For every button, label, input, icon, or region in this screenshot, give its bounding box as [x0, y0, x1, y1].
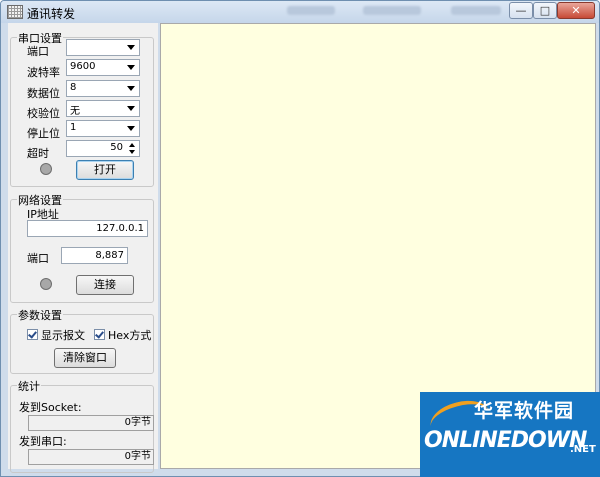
to-socket-count: 0字节 [28, 415, 154, 431]
timeout-label: 超时 [27, 147, 49, 160]
stats-group-title: 统计 [17, 378, 41, 394]
window-title: 通讯转发 [27, 7, 76, 21]
chevron-down-icon [127, 106, 135, 111]
maximize-icon: □ [539, 4, 551, 17]
databits-combo[interactable]: 8 [66, 80, 140, 97]
params-group-title: 参数设置 [17, 307, 63, 323]
settings-panel: 串口设置 端口 波特率 9600 数据位 8 校验位 无 停止位 1 超时 50… [8, 23, 158, 473]
serial-status-led [40, 163, 52, 175]
watermark-net: .NET [570, 444, 596, 455]
clear-window-button[interactable]: 清除窗口 [54, 348, 116, 368]
close-button[interactable]: ✕ [557, 2, 595, 19]
close-icon: ✕ [571, 4, 581, 17]
network-status-led [40, 278, 52, 290]
chevron-down-icon [127, 86, 135, 91]
timeout-spinner[interactable]: 50 [66, 140, 140, 157]
blurred-tab [363, 6, 421, 15]
net-port-input[interactable]: 8,887 [61, 247, 128, 264]
watermark-logo: 华军软件园 ONLINEDOWN .NET [420, 392, 600, 477]
chevron-down-icon [127, 65, 135, 70]
baud-combo[interactable]: 9600 [66, 59, 140, 76]
port-label: 端口 [27, 45, 49, 58]
stopbits-combo[interactable]: 1 [66, 120, 140, 137]
to-serial-label: 发到串口: [19, 435, 67, 448]
maximize-button[interactable]: □ [533, 2, 557, 19]
parity-combo[interactable]: 无 [66, 100, 140, 117]
net-port-label: 端口 [27, 252, 49, 265]
app-grid-icon [7, 5, 23, 19]
parity-label: 校验位 [27, 107, 60, 120]
port-combo[interactable] [66, 39, 140, 56]
chevron-down-icon [127, 45, 135, 50]
stopbits-label: 停止位 [27, 127, 60, 140]
watermark-en: ONLINEDOWN [424, 428, 587, 453]
blurred-tab [287, 6, 335, 15]
open-port-button[interactable]: 打开 [76, 160, 134, 180]
to-serial-count: 0字节 [28, 449, 154, 465]
minimize-icon: — [515, 4, 527, 17]
show-message-label: 显示报文 [41, 329, 85, 342]
spin-down-icon[interactable] [129, 150, 135, 154]
ip-address-input[interactable]: 127.0.0.1 [27, 220, 148, 237]
chevron-down-icon [127, 126, 135, 131]
hex-mode-checkbox[interactable] [94, 329, 105, 340]
hex-mode-label: Hex方式 [108, 329, 152, 342]
connect-button[interactable]: 连接 [76, 275, 134, 295]
blurred-tab [451, 6, 501, 15]
minimize-button[interactable]: — [509, 2, 533, 19]
show-message-checkbox[interactable] [27, 329, 38, 340]
databits-label: 数据位 [27, 87, 60, 100]
to-socket-label: 发到Socket: [19, 401, 82, 414]
watermark-cn: 华军软件园 [474, 400, 575, 422]
spin-up-icon[interactable] [129, 143, 135, 147]
title-bar[interactable]: 通讯转发 — □ ✕ [1, 1, 599, 23]
baud-label: 波特率 [27, 66, 60, 79]
